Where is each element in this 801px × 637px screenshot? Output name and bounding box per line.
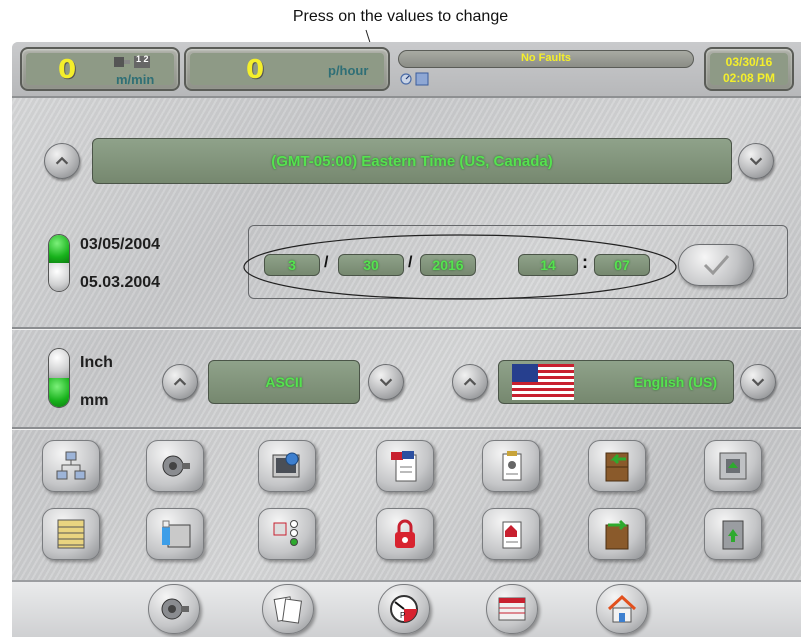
monitor-globe-button[interactable] — [258, 440, 316, 492]
date-format-option-1[interactable]: 03/05/2004 — [80, 236, 160, 254]
panel-upload-button[interactable] — [704, 440, 762, 492]
clipboard-flags-icon — [391, 451, 417, 482]
chevron-down-icon — [751, 378, 765, 387]
machine-screen: 0 1 2 m/min 0 p/hour No Faults 0: 03/30/… — [12, 42, 801, 637]
cabinet-import-icon — [605, 452, 629, 482]
day-field[interactable]: 30 — [338, 254, 404, 276]
bottom-motor-button[interactable] — [148, 584, 200, 634]
lock-button[interactable] — [376, 508, 434, 560]
io-indicators-icon — [273, 520, 298, 546]
date-format-toggle[interactable] — [48, 234, 70, 292]
screen-clean-icon — [162, 520, 191, 548]
speed-value: 0 — [58, 55, 77, 85]
timezone-down-button[interactable] — [738, 143, 774, 179]
door-upload-icon — [722, 520, 744, 550]
status-bar: 0 1 2 m/min 0 p/hour No Faults 0: 03/30/… — [12, 42, 801, 98]
speed-display[interactable]: 0 1 2 m/min — [20, 47, 180, 91]
top-date: 03/30/16 — [725, 55, 773, 69]
minute-field[interactable]: 07 — [594, 254, 650, 276]
timezone-up-button[interactable] — [44, 143, 80, 179]
documents-icon — [273, 596, 303, 624]
bottom-gauge-button[interactable]: P — [378, 584, 430, 634]
cabinet-export-icon — [605, 519, 629, 550]
year-field[interactable]: 2016 — [420, 254, 476, 276]
svg-text:P: P — [400, 611, 405, 620]
monitor-globe-icon — [272, 452, 300, 478]
language-down-button[interactable] — [740, 364, 776, 400]
section-divider-2 — [12, 427, 801, 429]
bottom-nav-bar: P — [12, 580, 801, 637]
date-format-option-2[interactable]: 05.03.2004 — [80, 274, 160, 292]
time-separator: : — [582, 252, 588, 272]
list-table-icon — [57, 519, 85, 549]
motor-icon — [161, 598, 189, 620]
clipboard-house-button[interactable] — [482, 508, 540, 560]
chevron-up-icon — [55, 156, 69, 165]
language-up-button[interactable] — [452, 364, 488, 400]
confirm-button[interactable] — [678, 244, 754, 286]
screen-clean-button[interactable] — [146, 508, 204, 560]
chevron-down-icon — [749, 157, 763, 166]
home-icon — [607, 594, 637, 623]
rate-display[interactable]: 0 p/hour — [184, 47, 390, 91]
fault-bar[interactable]: No Faults — [398, 50, 694, 68]
units-option-1[interactable]: Inch — [80, 354, 113, 372]
rate-value: 0 — [246, 55, 265, 85]
gauge-icon: P — [390, 595, 418, 623]
date-separator: / — [324, 254, 329, 271]
speed-mode-label: 1 2 — [136, 54, 149, 64]
month-field[interactable]: 3 — [264, 254, 320, 276]
timezone-field[interactable]: (GMT-05:00) Eastern Time (US, Canada) — [92, 138, 732, 184]
cabinet-import-button[interactable] — [588, 440, 646, 492]
section-divider-1 — [12, 327, 801, 329]
table-icon — [498, 597, 526, 621]
charset-down-button[interactable] — [368, 364, 404, 400]
date-separator-2: / — [408, 254, 413, 271]
list-table-button[interactable] — [42, 508, 100, 560]
speed-unit: m/min — [116, 72, 155, 87]
fault-text: No Faults — [520, 52, 572, 64]
charset-field[interactable]: ASCII — [208, 360, 360, 404]
clipboard-house-icon — [502, 521, 522, 549]
clipboard-wrench-icon — [502, 451, 522, 481]
panel-upload-icon — [719, 452, 747, 480]
hour-field[interactable]: 14 — [518, 254, 578, 276]
units-toggle[interactable] — [48, 348, 70, 408]
rate-unit: p/hour — [328, 63, 369, 78]
chevron-up-icon — [463, 377, 477, 386]
units-option-2[interactable]: mm — [80, 392, 108, 410]
checkmark-icon — [703, 255, 730, 276]
callout-text: Press on the values to change — [292, 8, 509, 25]
network-diagram-button[interactable] — [42, 440, 100, 492]
motor-icon — [162, 455, 190, 477]
chevron-down-icon — [379, 378, 393, 387]
network-diagram-icon — [56, 451, 86, 480]
io-indicators-button[interactable] — [258, 508, 316, 560]
top-time: 02:08 PM — [722, 71, 776, 85]
language-label: English (US) — [633, 374, 717, 390]
bottom-home-button[interactable] — [596, 584, 648, 634]
charset-up-button[interactable] — [162, 364, 198, 400]
chevron-up-icon — [173, 377, 187, 386]
bottom-documents-button[interactable] — [262, 584, 314, 634]
lock-icon — [395, 519, 415, 548]
motor-button[interactable] — [146, 440, 204, 492]
cabinet-export-button[interactable] — [588, 508, 646, 560]
status-small-icon — [400, 72, 430, 91]
clipboard-wrench-button[interactable] — [482, 440, 540, 492]
us-flag-icon — [512, 364, 574, 405]
bottom-table-button[interactable] — [486, 584, 538, 634]
datetime-display[interactable]: 03/30/16 02:08 PM — [704, 47, 794, 91]
door-upload-button[interactable] — [704, 508, 762, 560]
clipboard-flags-button[interactable] — [376, 440, 434, 492]
